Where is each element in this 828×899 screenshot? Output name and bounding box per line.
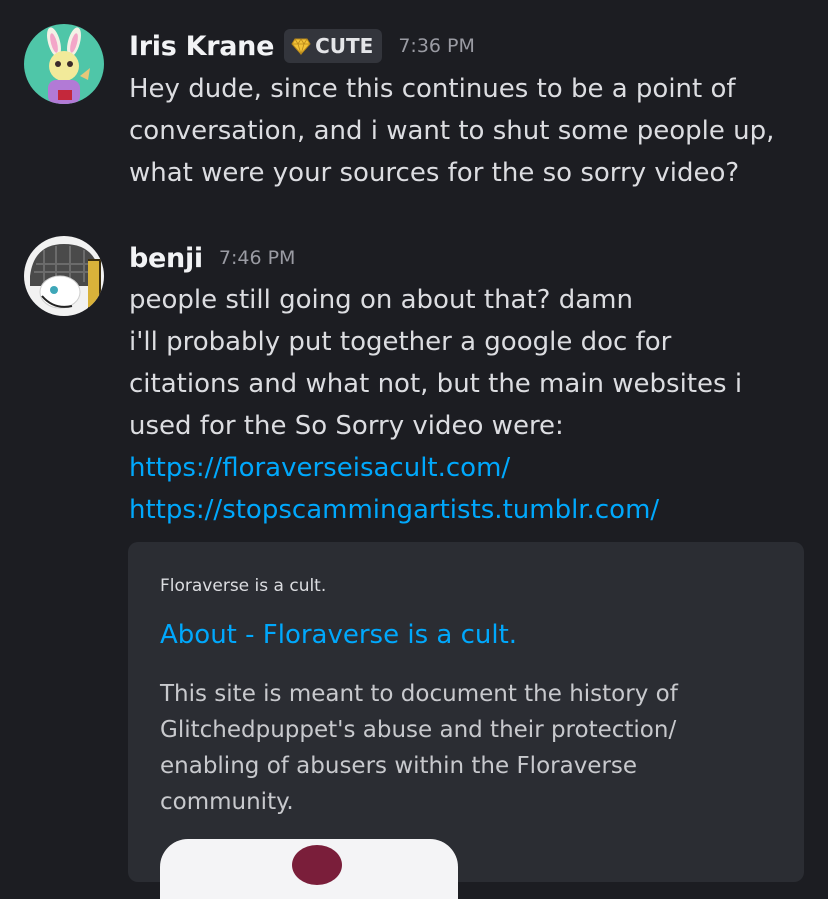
embed-provider: Floraverse is a cult. [160, 576, 327, 596]
message-link[interactable]: https://floraverseisacult.com/ [129, 447, 809, 489]
message-line: conversation, and i want to shut some pe… [129, 116, 775, 146]
message-line: used for the So Sorry video were: [129, 411, 564, 441]
message-header: benji 7:46 PM [129, 240, 295, 276]
embed-description-line: This site is meant to document the histo… [160, 681, 678, 707]
character-avatar-icon [24, 236, 104, 316]
message-line: i'll probably put together a google doc … [129, 327, 672, 357]
badge-label: CUTE [315, 34, 374, 58]
embed-description-line: Glitchedpuppet's abuse and their protect… [160, 717, 677, 743]
username[interactable]: benji [129, 243, 203, 274]
bunny-avatar-icon [24, 24, 104, 104]
avatar-iris[interactable] [24, 24, 104, 104]
message-line: people still going on about that? damn [129, 285, 633, 315]
embed-description-line: enabling of abusers within the Floravers… [160, 753, 638, 779]
gold-heart-gem-icon [291, 38, 311, 55]
link-embed: Floraverse is a cult. About - Floraverse… [128, 542, 804, 899]
message-header: Iris Krane CUTE 7:36 PM [129, 28, 475, 64]
timestamp[interactable]: 7:36 PM [398, 35, 475, 57]
embed-title-link[interactable]: About - Floraverse is a cult. [160, 620, 517, 650]
timestamp[interactable]: 7:46 PM [219, 247, 296, 269]
message-content: Hey dude, since this continues to be a p… [129, 68, 809, 194]
message-line: what were your sources for the so sorry … [129, 158, 740, 188]
embed-description: This site is meant to document the histo… [160, 676, 780, 820]
embed-thumbnail[interactable] [160, 839, 458, 899]
message-link[interactable]: https://stopscammingartists.tumblr.com/ [129, 489, 809, 531]
avatar-benji[interactable] [24, 236, 104, 316]
message-line: citations and what not, but the main web… [129, 369, 743, 399]
role-badge[interactable]: CUTE [284, 29, 383, 63]
message-line: Hey dude, since this continues to be a p… [129, 74, 736, 104]
message-content: people still going on about that? damn i… [129, 279, 809, 531]
username[interactable]: Iris Krane [129, 31, 274, 62]
embed-description-line: community. [160, 789, 294, 815]
thumbnail-image [292, 845, 342, 885]
